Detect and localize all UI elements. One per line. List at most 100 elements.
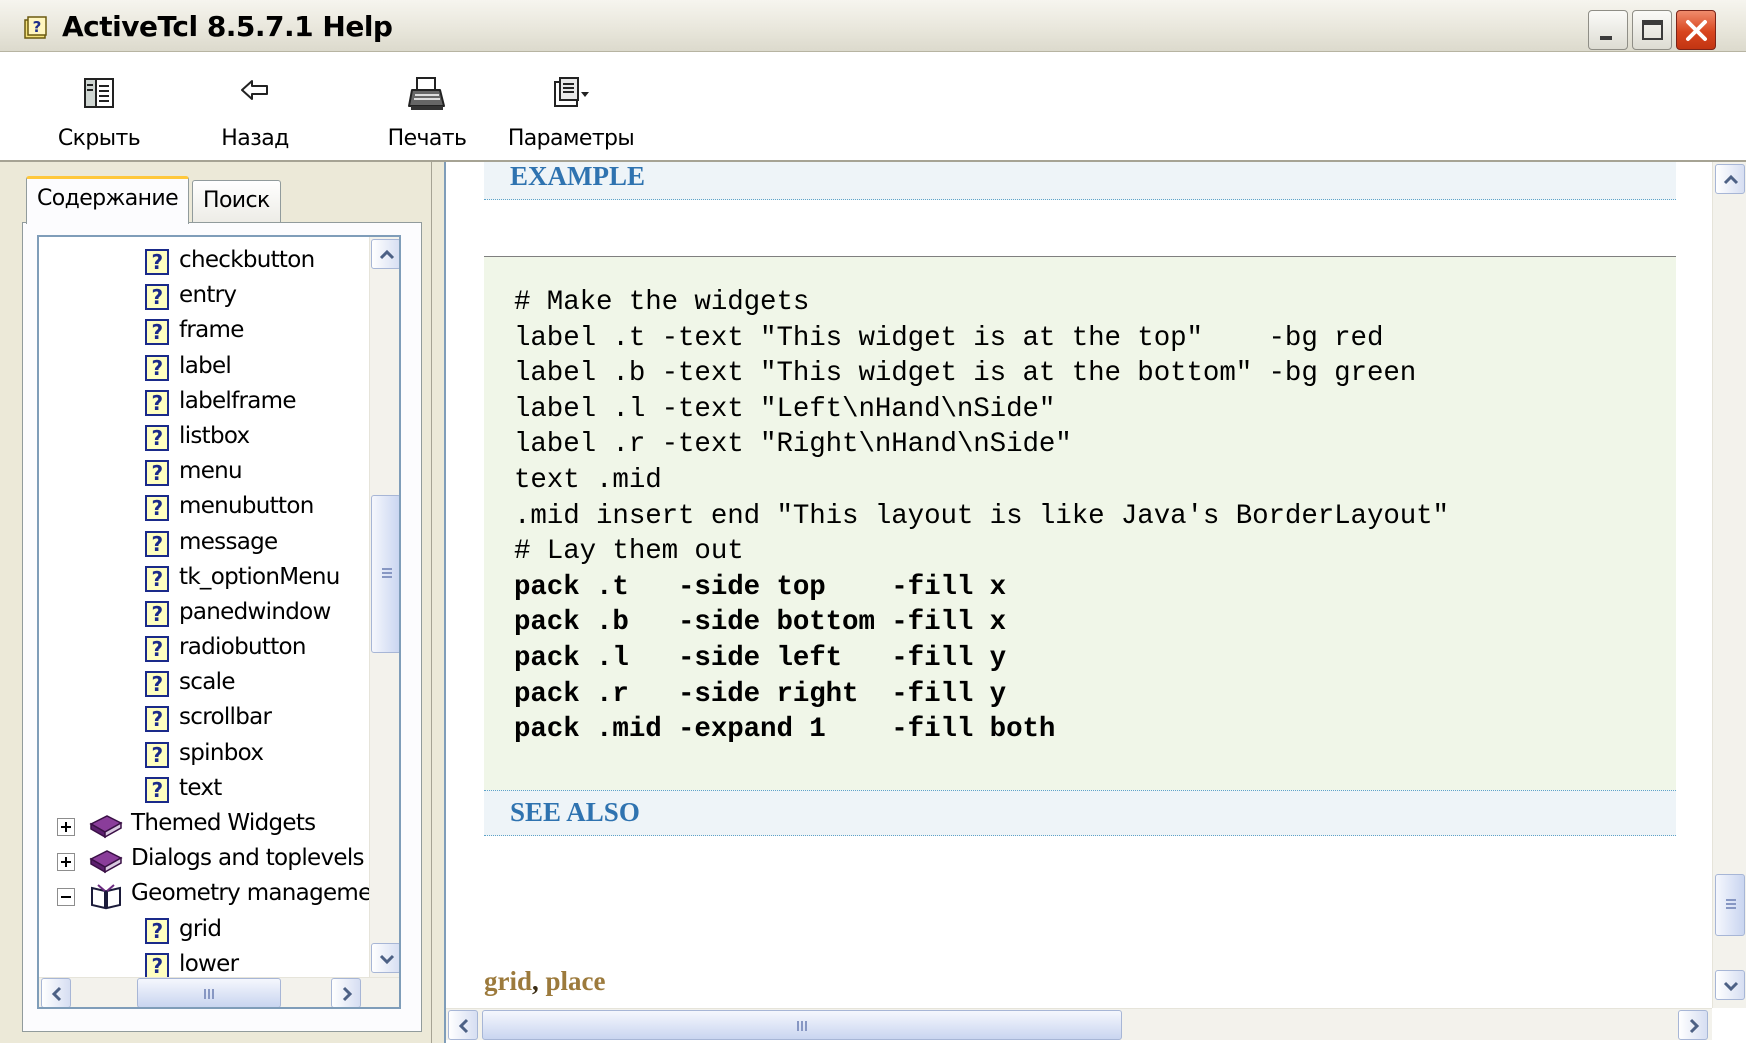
maximize-icon (1642, 20, 1663, 40)
closed-book-icon (89, 815, 123, 839)
link-grid[interactable]: grid (484, 966, 532, 996)
help-topic-icon: ? (145, 952, 169, 979)
tree-hscroll-thumb[interactable] (137, 978, 281, 1007)
tree-scroll-right-button[interactable] (331, 978, 361, 1007)
tree-item-topic[interactable]: ? radiobutton (39, 632, 371, 667)
printer-icon (408, 77, 445, 110)
minimize-button[interactable] (1588, 10, 1628, 50)
help-topic-icon: ? (145, 636, 169, 663)
tree-item-label: lower (179, 950, 239, 977)
expand-plus-icon[interactable] (57, 853, 75, 872)
tree-item-topic[interactable]: ? menubutton (39, 491, 371, 526)
maximize-button[interactable] (1632, 10, 1672, 50)
tree-item-label: radiobutton (179, 634, 306, 661)
hide-label: Скрыть (57, 126, 141, 151)
toolbar: Скрыть Назад Печать Параметры (0, 52, 1746, 162)
tree-item-topic[interactable]: ? checkbutton (39, 245, 371, 280)
code-line: # Lay them out (514, 536, 744, 568)
topic-horizontal-scrollbar[interactable] (446, 1008, 1712, 1040)
close-icon (1686, 20, 1707, 41)
tree-item-topic[interactable]: ? scrollbar (39, 702, 371, 737)
tree-item-label: frame (179, 317, 244, 344)
link-place[interactable]: place (546, 966, 606, 996)
topic-hscroll-thumb[interactable] (482, 1010, 1122, 1040)
close-button[interactable] (1676, 10, 1716, 50)
tree-item-label: label (179, 352, 232, 379)
tab-search[interactable]: Поиск (192, 180, 281, 224)
topic-vertical-scrollbar[interactable] (1712, 162, 1746, 1008)
code-line: label .r -text "Right\nHand\nSide" (514, 429, 1072, 461)
code-line: label .l -text "Left\nHand\nSide" (514, 393, 1056, 425)
tree-item-topic[interactable]: ? tk_optionMenu (39, 562, 371, 597)
tree-item-label: message (179, 528, 278, 555)
topic-scroll-up-button[interactable] (1715, 164, 1745, 194)
see-also-heading: SEE ALSO (484, 790, 1676, 836)
grip-icon (204, 989, 216, 999)
help-topic-icon: ? (145, 741, 169, 768)
tree-item-label: panedwindow (179, 598, 331, 625)
tab-contents[interactable]: Содержание (26, 176, 190, 224)
back-button[interactable]: Назад (200, 52, 310, 162)
tree-item-book[interactable]: Themed Widgets (39, 808, 371, 843)
navigation-pane: Содержание Поиск ? checkbutton? entry? fram… (0, 162, 432, 1043)
tree-scroll-thumb[interactable] (371, 495, 399, 653)
tree-item-label: labelframe (179, 387, 297, 414)
help-topic-icon: ? (145, 706, 169, 733)
closed-book-icon (89, 850, 123, 874)
tree-item-label: Themed Widgets (131, 810, 316, 836)
back-label: Назад (221, 126, 289, 151)
tree-item-label: spinbox (179, 739, 264, 766)
chevron-right-icon (1689, 1018, 1700, 1034)
tree-scroll-down-button[interactable] (371, 943, 399, 973)
help-topic-icon: ? (145, 495, 169, 522)
tree-item-book[interactable]: Dialogs and toplevels (39, 843, 371, 878)
tree-item-label: scale (179, 669, 235, 696)
code-line: text .mid (514, 465, 662, 496)
tree-item-label: menubutton (179, 493, 314, 520)
topic-scroll-thumb[interactable] (1715, 874, 1745, 936)
tree-item-topic[interactable]: ? spinbox (39, 738, 371, 773)
options-button[interactable]: Параметры (496, 52, 646, 162)
help-topic-icon: ? (145, 354, 169, 381)
tree-item-topic[interactable]: ? label (39, 351, 371, 386)
expand-plus-icon[interactable] (57, 818, 75, 836)
topic-scroll-left-button[interactable] (448, 1010, 478, 1040)
print-button[interactable]: Печать (362, 52, 492, 162)
tree-item-label: Dialogs and toplevels (131, 845, 365, 872)
tree-scroll-left-button[interactable] (41, 978, 71, 1007)
title-bar[interactable]: ? ActiveTcl 8.5.7.1 Help (0, 0, 1746, 52)
help-topic-icon: ? (145, 249, 169, 275)
tree-item-topic[interactable]: ? frame (39, 315, 371, 350)
tree-item-topic[interactable]: ? panedwindow (39, 597, 371, 632)
code-line: pack .mid -expand 1 -fill both (514, 714, 1056, 746)
tree-item-topic[interactable]: ? entry (39, 280, 371, 315)
tree-item-topic[interactable]: ? text (39, 773, 371, 808)
options-label: Параметры (507, 126, 635, 151)
tree-horizontal-scrollbar[interactable] (39, 977, 399, 1007)
back-arrow-icon (241, 80, 268, 100)
tree-item-topic[interactable]: ? message (39, 527, 371, 562)
tree-item-book[interactable]: Geometry manageme (39, 878, 372, 913)
tree-item-label: grid (179, 915, 222, 942)
tree-item-topic[interactable]: ? scale (39, 667, 371, 702)
tree-item-topic[interactable]: ? listbox (39, 421, 371, 456)
hide-pane-icon (84, 78, 114, 108)
chevron-right-icon (342, 986, 353, 1002)
tree-vertical-scrollbar[interactable] (369, 237, 399, 977)
tree-item-topic[interactable]: ? menu (39, 456, 371, 491)
tree-scroll-up-button[interactable] (371, 239, 399, 269)
tree-item-label: Geometry manageme (131, 880, 372, 907)
help-book-icon: ? (24, 16, 47, 39)
topic-scroll-down-button[interactable] (1715, 970, 1745, 1000)
chevron-down-icon (1723, 981, 1739, 992)
help-topic-icon: ? (145, 565, 169, 592)
help-topic-icon: ? (145, 389, 169, 416)
tree-item-topic[interactable]: ? labelframe (39, 386, 371, 421)
topic-content: EXAMPLE # Make the widgets label .t -text… (446, 162, 1704, 1008)
code-example: # Make the widgets label .t -text "This w… (484, 256, 1676, 836)
help-topic-icon: ? (145, 600, 169, 627)
hide-button[interactable]: Скрыть (44, 52, 154, 162)
topic-scroll-right-button[interactable] (1678, 1010, 1708, 1040)
collapse-minus-icon[interactable] (57, 888, 75, 907)
tree-item-topic[interactable]: ? grid (39, 914, 371, 949)
